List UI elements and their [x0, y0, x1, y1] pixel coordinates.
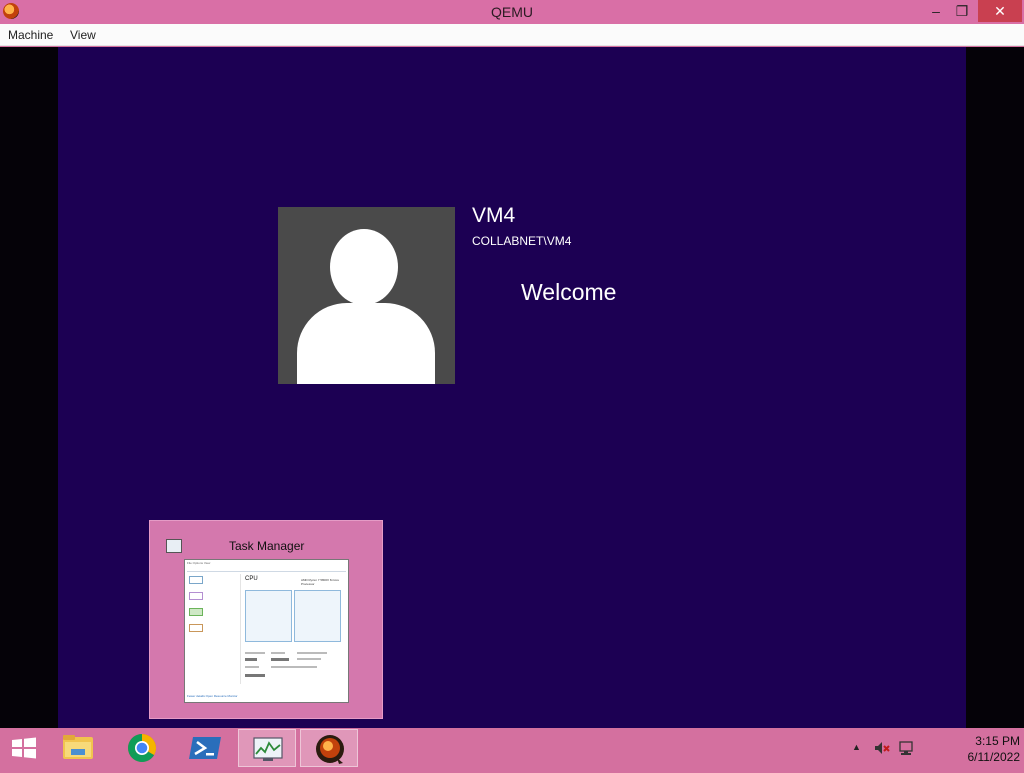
taskbar-task-manager[interactable]	[238, 729, 296, 767]
powershell-icon	[189, 737, 221, 759]
tm-cpu-label: CPU	[245, 576, 258, 582]
tm-sidebar	[187, 574, 241, 684]
window-titlebar[interactable]: QEMU – ❐ ✕	[0, 0, 1024, 24]
user-avatar	[278, 207, 455, 384]
restore-button[interactable]: ❐	[944, 0, 980, 22]
start-button[interactable]	[8, 736, 40, 760]
taskbar-thumbnail[interactable]: Task Manager File Options View CPU AMD R…	[149, 520, 383, 719]
task-manager-icon	[253, 737, 283, 761]
tm-menu: File Options View	[187, 561, 211, 565]
login-user-domain: COLLABNET\VM4	[472, 234, 572, 248]
taskbar-powershell[interactable]	[176, 729, 234, 767]
menu-machine[interactable]: Machine	[8, 28, 53, 42]
tm-cpu-graph-1	[245, 590, 292, 642]
folder-icon	[63, 735, 93, 759]
clock-date[interactable]: 6/11/2022	[940, 750, 1021, 764]
close-button[interactable]: ✕	[978, 0, 1022, 22]
tm-side-memory	[189, 592, 203, 600]
tm-side-cpu	[189, 576, 203, 584]
volume-muted-icon[interactable]	[874, 740, 890, 756]
tm-cpu-graph-2	[294, 590, 341, 642]
menubar: Machine View	[0, 24, 1024, 46]
tray-overflow-icon[interactable]: ▲	[852, 742, 861, 752]
tm-stats-lines	[245, 652, 327, 677]
task-manager-icon	[166, 539, 182, 553]
tm-cpu-name: AMD Ryzen 7 5800X 8-Core Processor	[301, 578, 340, 586]
avatar-head	[330, 229, 398, 305]
windows-logo-icon	[12, 737, 36, 759]
tm-side-ethernet	[189, 624, 203, 632]
menu-view[interactable]: View	[70, 28, 96, 42]
network-icon[interactable]	[898, 740, 914, 756]
tm-footer: Fewer details Open Resource Monitor	[187, 694, 238, 698]
thumbnail-title: Task Manager	[229, 539, 305, 553]
window-title: QEMU	[491, 4, 533, 20]
login-user-name: VM4	[472, 204, 516, 227]
network-glyph	[899, 741, 913, 755]
taskbar-file-explorer[interactable]	[50, 729, 108, 767]
taskbar-qemu[interactable]	[300, 729, 358, 767]
tm-tabs	[187, 566, 346, 572]
avatar-body	[297, 303, 435, 384]
tm-stats	[245, 650, 341, 680]
chrome-icon	[128, 734, 156, 762]
taskbar: ▲ 3:15 PM 6/11/2022	[0, 728, 1024, 768]
tm-side-disk	[189, 608, 203, 616]
clock-time[interactable]: 3:15 PM	[940, 734, 1020, 748]
volume-muted-glyph	[875, 742, 890, 754]
thumbnail-preview[interactable]: File Options View CPU AMD Ryzen 7 5800X …	[184, 559, 349, 703]
taskbar-chrome[interactable]	[113, 729, 171, 767]
qemu-icon	[316, 735, 344, 764]
login-status: Welcome	[521, 279, 617, 305]
